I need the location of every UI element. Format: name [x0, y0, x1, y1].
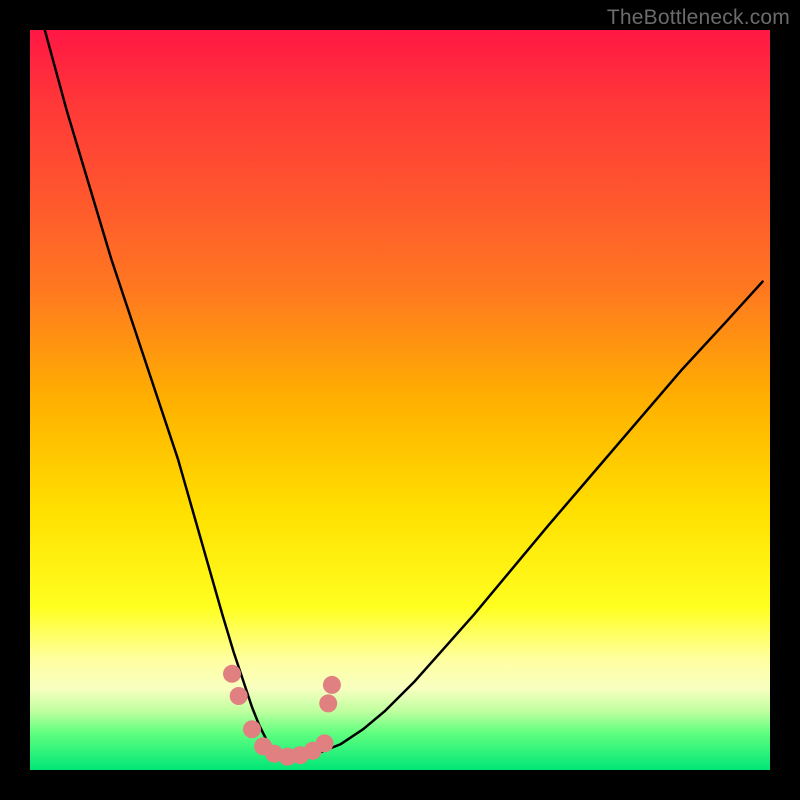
highlight-dot [223, 665, 241, 683]
highlight-dot [316, 734, 334, 752]
chart-frame: TheBottleneck.com [0, 0, 800, 800]
watermark-text: TheBottleneck.com [607, 6, 790, 30]
highlight-dot [319, 694, 337, 712]
chart-overlay [30, 30, 770, 770]
highlight-dot [230, 687, 248, 705]
highlight-dot [323, 676, 341, 694]
bottleneck-curve [45, 30, 763, 755]
highlight-dot [243, 720, 261, 738]
plot-area [30, 30, 770, 770]
